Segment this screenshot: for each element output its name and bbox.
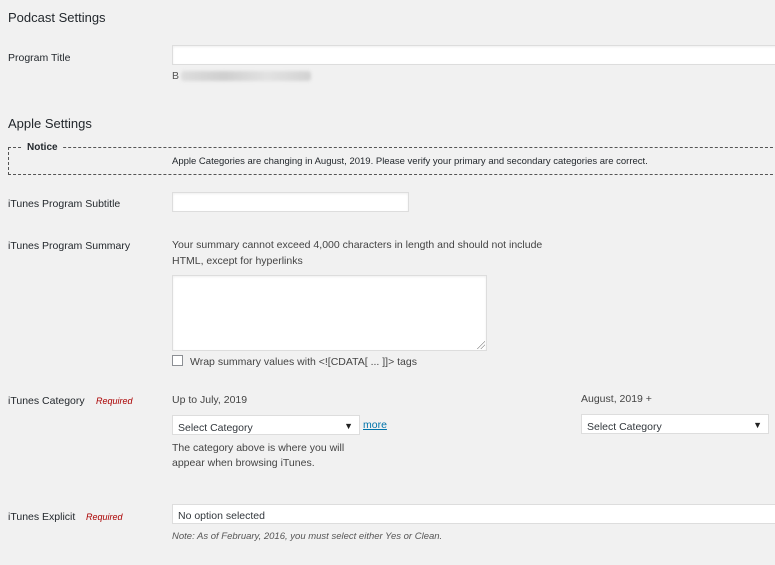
itunes-subtitle-label: iTunes Program Subtitle [8, 198, 121, 210]
summary-description-line1: Your summary cannot exceed 4,000 charact… [172, 239, 543, 251]
category-help-line1: The category above is where you will [172, 442, 345, 454]
chevron-down-icon: ▼ [344, 421, 353, 431]
chevron-down-icon: ▼ [753, 420, 762, 430]
itunes-subtitle-input[interactable] [172, 192, 409, 212]
summary-description-line2: HTML, except for hyperlinks [172, 255, 303, 267]
podcast-settings-heading: Podcast Settings [8, 10, 106, 25]
category-old-heading: Up to July, 2019 [172, 394, 248, 406]
program-title-label: Program Title [8, 52, 71, 64]
category-required-indicator: Required [96, 396, 133, 406]
category-new-heading: August, 2019 + [581, 393, 652, 405]
program-title-hint: B [172, 70, 312, 82]
explicit-note: Note: As of February, 2016, you must sel… [172, 531, 443, 542]
program-title-input[interactable] [172, 45, 775, 65]
cdata-checkbox-label: Wrap summary values with <![CDATA[ ... ]… [190, 356, 417, 368]
notice-legend: Notice [23, 142, 62, 153]
program-title-hint-prefix: B [172, 70, 180, 82]
notice-text: Apple Categories are changing in August,… [172, 156, 648, 167]
explicit-selected: No option selected [178, 510, 265, 522]
itunes-category-label: iTunes Category [8, 395, 85, 407]
category-help-line2: appear when browsing iTunes. [172, 457, 315, 469]
category-old-selected: Select Category [178, 422, 253, 434]
more-link[interactable]: more [363, 419, 387, 431]
itunes-summary-textarea[interactable] [172, 275, 487, 351]
redacted-text [181, 71, 312, 82]
itunes-explicit-select[interactable]: No option selected [172, 504, 775, 524]
category-new-select[interactable]: Select Category ▼ [581, 414, 769, 434]
itunes-explicit-label: iTunes Explicit [8, 511, 76, 523]
category-new-selected: Select Category [587, 421, 662, 433]
cdata-checkbox[interactable] [172, 355, 183, 366]
itunes-summary-label: iTunes Program Summary [8, 240, 131, 252]
explicit-required-indicator: Required [86, 512, 123, 522]
resize-handle-icon[interactable] [477, 341, 485, 349]
apple-settings-heading: Apple Settings [8, 116, 92, 131]
category-old-select[interactable]: Select Category ▼ [172, 415, 360, 435]
